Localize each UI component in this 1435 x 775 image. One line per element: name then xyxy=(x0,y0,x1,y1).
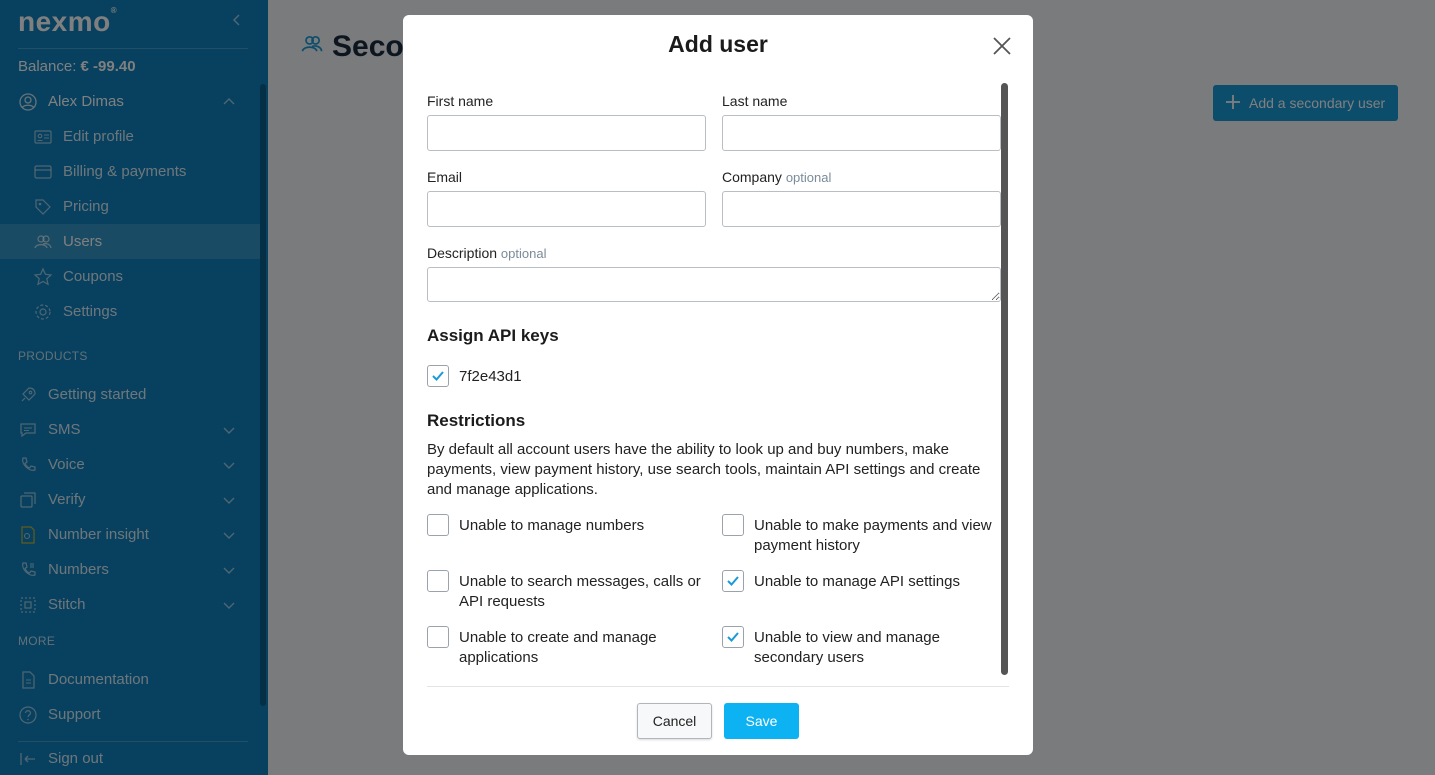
restriction-label: Unable to make payments and view payment… xyxy=(754,517,992,554)
email-label-text: Email xyxy=(427,169,463,185)
add-user-dialog: Add user First name Last name Email Comp… xyxy=(403,15,1033,755)
restriction-label: Unable to manage numbers xyxy=(459,517,645,534)
restriction-search-checkbox[interactable] xyxy=(427,570,449,592)
restrictions-heading: Restrictions xyxy=(427,411,526,430)
save-label: Save xyxy=(745,713,778,729)
first-name-label: First name xyxy=(427,93,493,109)
restriction-label: Unable to manage API settings xyxy=(754,573,960,590)
description-label: Description optional xyxy=(427,245,546,261)
check-icon xyxy=(432,371,444,381)
email-input[interactable] xyxy=(427,191,706,227)
dialog-footer-divider xyxy=(427,686,1009,687)
optional-tag: optional xyxy=(785,170,832,185)
check-icon xyxy=(727,632,739,642)
last-name-label-text: Last name xyxy=(722,93,788,109)
restriction-manage-numbers-checkbox[interactable] xyxy=(427,514,449,536)
api-key-label: 7f2e43d1 xyxy=(459,368,522,385)
restriction-label: Unable to create and manage applications xyxy=(459,629,657,666)
assign-api-keys-heading: Assign API keys xyxy=(427,326,559,345)
close-icon[interactable] xyxy=(991,35,1013,57)
company-input[interactable] xyxy=(722,191,1001,227)
restriction-applications-checkbox[interactable] xyxy=(427,626,449,648)
first-name-label-text: First name xyxy=(427,93,494,109)
company-label-text: Company xyxy=(722,169,782,185)
description-label-text: Description xyxy=(427,245,498,261)
first-name-input[interactable] xyxy=(427,115,706,151)
restriction-api-settings-checkbox[interactable] xyxy=(722,570,744,592)
restriction-payments-checkbox[interactable] xyxy=(722,514,744,536)
last-name-label: Last name xyxy=(722,93,787,109)
api-key-checkbox[interactable] xyxy=(427,365,449,387)
restriction-label: Unable to search messages, calls or API … xyxy=(459,573,701,610)
cancel-label: Cancel xyxy=(652,713,697,729)
last-name-input[interactable] xyxy=(722,115,1001,151)
description-textarea[interactable] xyxy=(427,267,1001,302)
optional-tag: optional xyxy=(500,246,547,261)
save-button[interactable]: Save xyxy=(724,703,799,739)
cancel-button[interactable]: Cancel xyxy=(637,703,712,739)
restrictions-description: By default all account users have the ab… xyxy=(427,441,981,498)
check-icon xyxy=(727,576,739,586)
email-label: Email xyxy=(427,169,462,185)
restriction-label: Unable to view and manage secondary user… xyxy=(754,629,940,666)
restriction-secondary-users-checkbox[interactable] xyxy=(722,626,744,648)
dialog-title: Add user xyxy=(668,31,768,57)
company-label: Company optional xyxy=(722,169,831,185)
